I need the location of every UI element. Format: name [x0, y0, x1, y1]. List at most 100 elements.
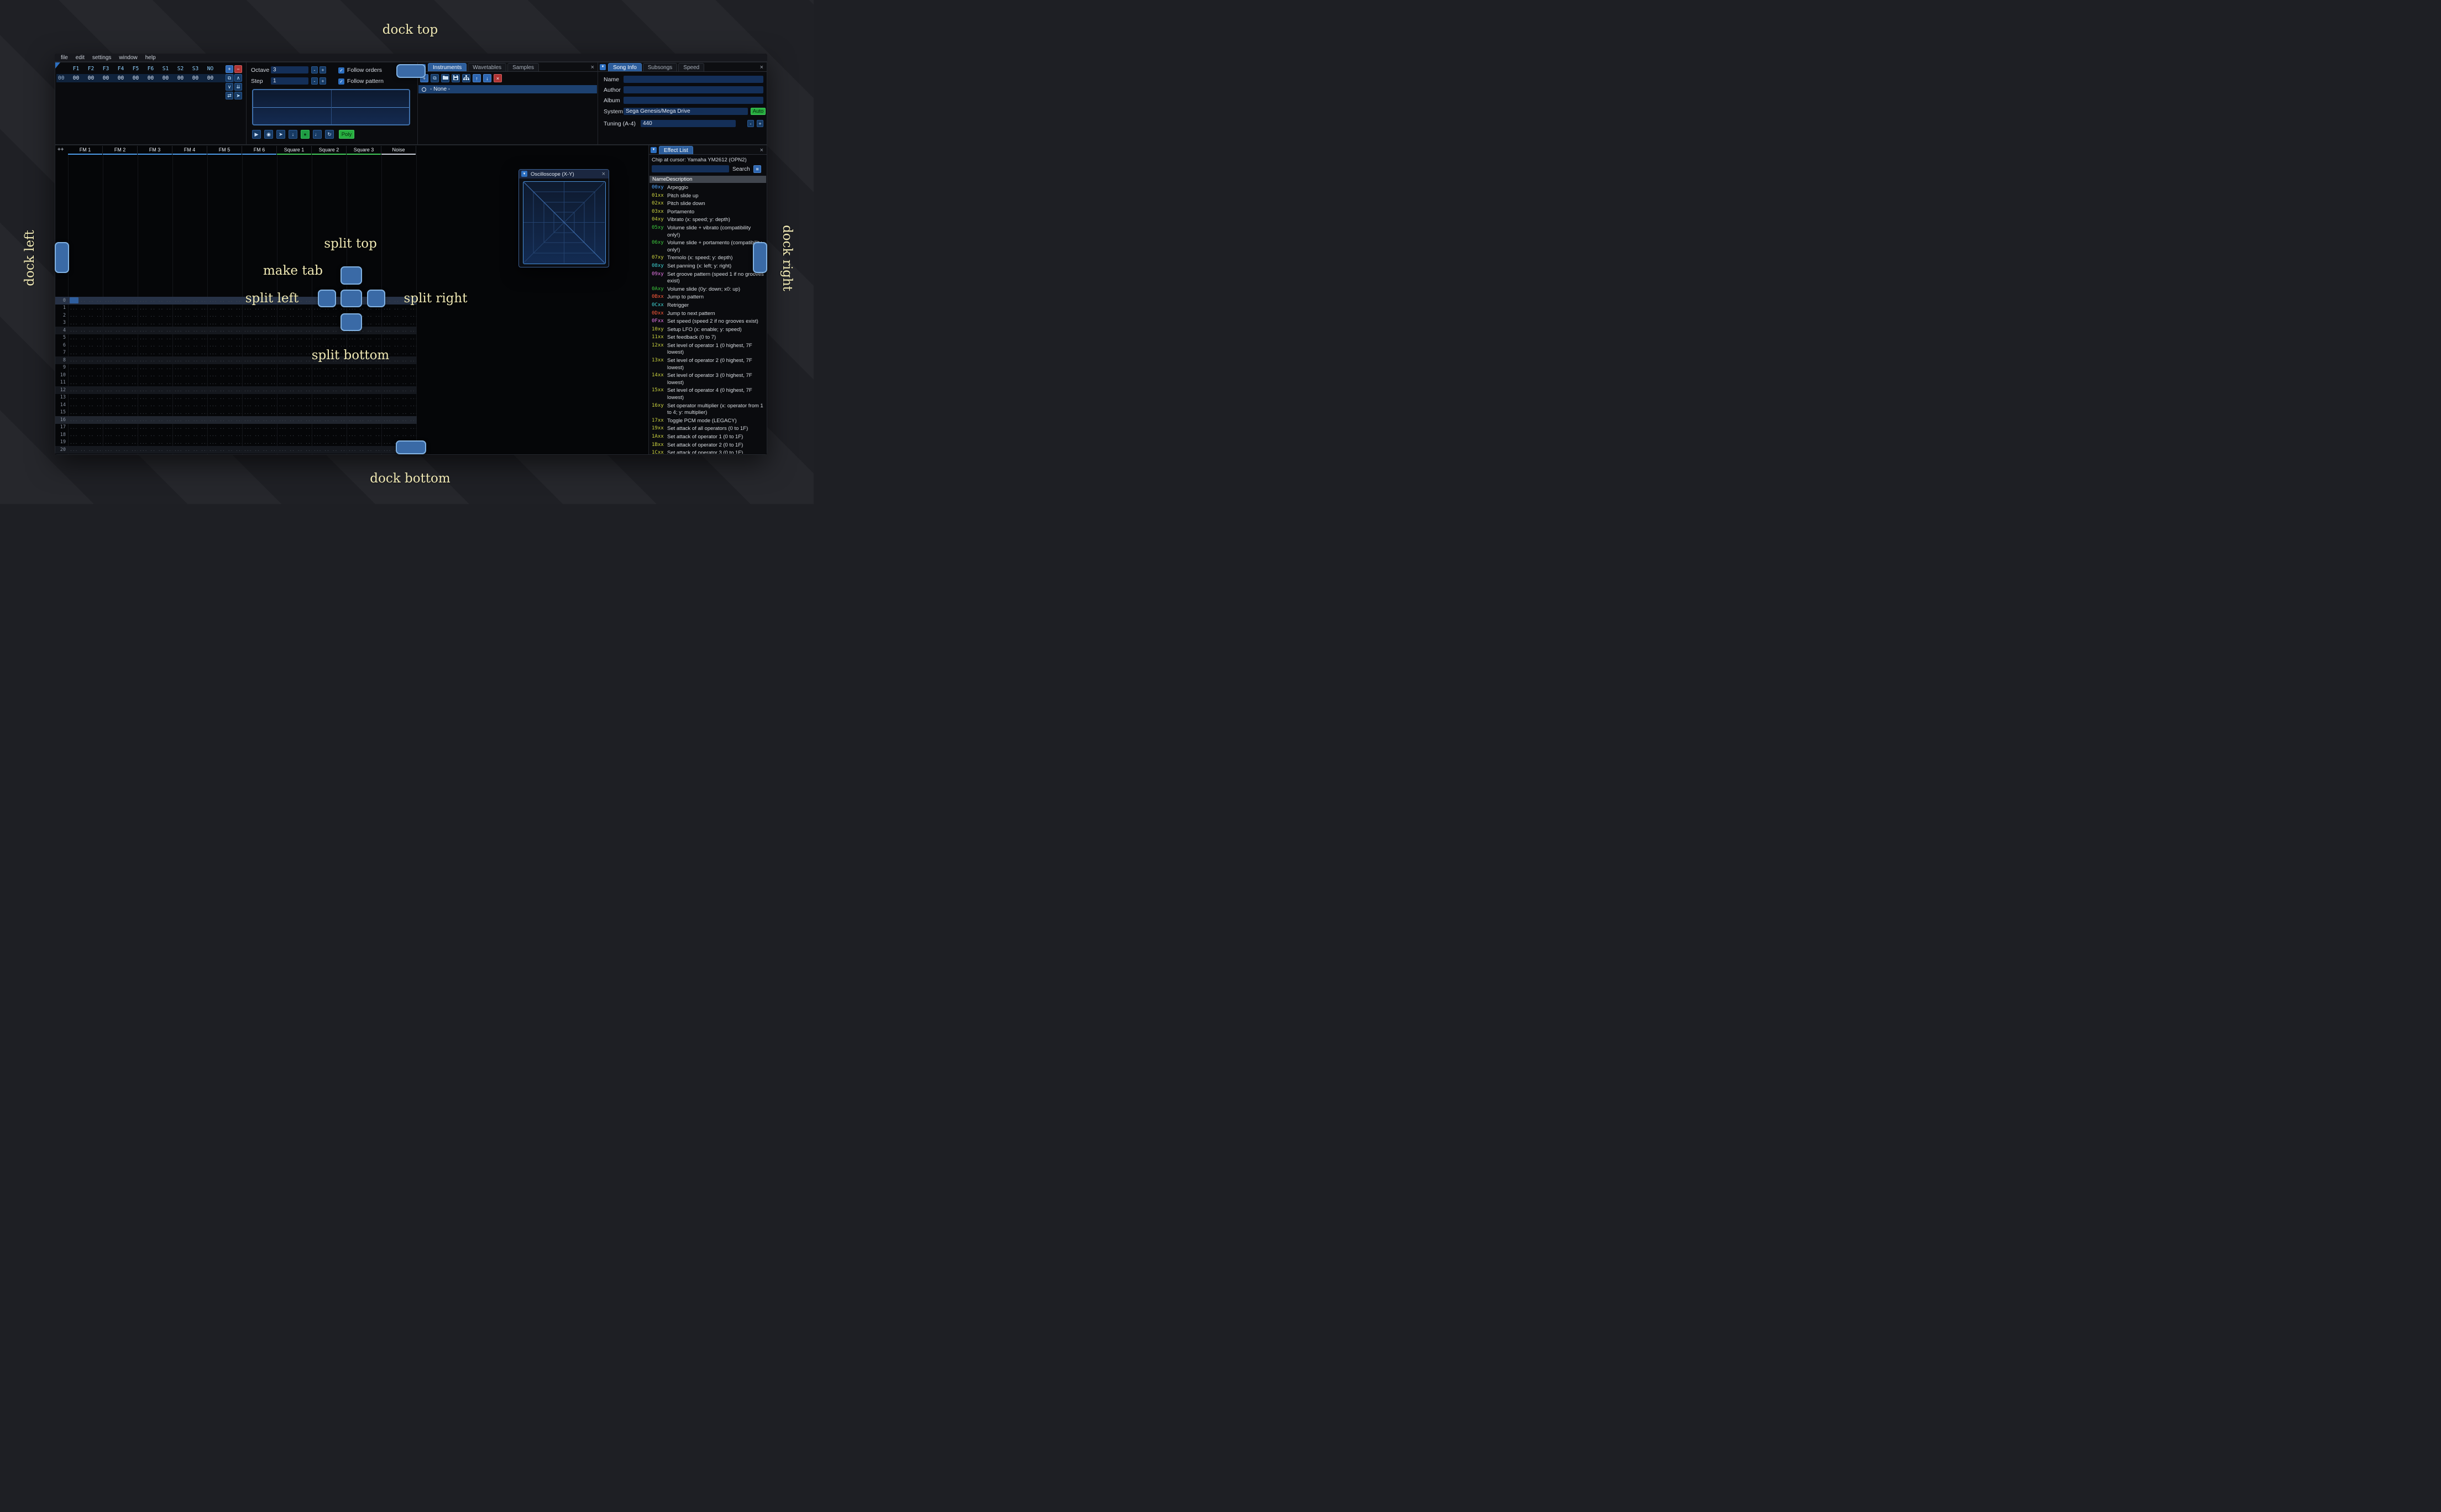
order-cell[interactable]: 00 [113, 75, 128, 81]
tab-speed[interactable]: Speed [678, 63, 705, 71]
pattern-cell[interactable]: ... .. .. ... [103, 335, 138, 340]
order-cell[interactable]: 00 [173, 75, 188, 81]
pattern-cell[interactable]: ... .. .. ... [207, 432, 242, 437]
pattern-cell[interactable]: ... .. .. ... [277, 350, 312, 355]
pattern-cell[interactable]: ... .. .. ... [172, 417, 207, 422]
pattern-cell[interactable]: ... .. .. ... [347, 395, 381, 400]
menu-window[interactable]: window [115, 55, 141, 61]
pattern-cell[interactable]: ... .. .. ... [312, 410, 347, 415]
channel-header-noise[interactable]: Noise [381, 146, 416, 155]
pattern-cell[interactable]: ... .. .. ... [207, 395, 242, 400]
pattern-cell[interactable]: ... .. .. ... [381, 387, 416, 392]
close-icon[interactable]: × [759, 147, 764, 154]
pattern-cell[interactable]: ... .. .. ... [207, 365, 242, 370]
pattern-cell[interactable]: ... .. .. ... [103, 417, 138, 422]
pattern-row-9[interactable]: 9... .. .. ...... .. .. ...... .. .. ...… [55, 364, 417, 372]
pattern-row-12[interactable]: 12... .. .. ...... .. .. ...... .. .. ..… [55, 386, 417, 394]
pattern-cell[interactable]: ... .. .. ... [207, 321, 242, 326]
order-cell[interactable]: 00 [188, 75, 203, 81]
pattern-cell[interactable]: ... .. .. ... [347, 335, 381, 340]
pattern-cell[interactable]: ... .. .. ... [138, 343, 172, 348]
make-tab-target[interactable] [341, 290, 362, 307]
pattern-cell[interactable]: ... .. .. ... [172, 440, 207, 445]
effect-item-17xx[interactable]: 17xx Toggle PCM mode (LEGACY) [652, 418, 765, 425]
effect-item-12xx[interactable]: 12xx Set level of operator 1 (0 highest, … [652, 343, 765, 356]
effect-item-09xy[interactable]: 09xy Set groove pattern (speed 1 if no gr… [652, 271, 765, 285]
tab-song-info[interactable]: Song Info [608, 63, 642, 71]
pattern-cell[interactable]: ... .. .. ... [207, 298, 242, 303]
effect-item-19xx[interactable]: 19xx Set attack of all operators (0 to 1F… [652, 426, 765, 433]
tuning-input[interactable]: 440 [641, 120, 736, 127]
effect-item-0Axy[interactable]: 0Axy Volume slide (0y: down; x0: up) [652, 286, 765, 293]
name-input[interactable] [624, 76, 763, 83]
pattern-row-0[interactable]: 0... .. .. ...... .. .. ...... .. .. ...… [55, 297, 417, 305]
pattern-row-20[interactable]: 20... .. .. ...... .. .. ...... .. .. ..… [55, 446, 417, 454]
close-icon[interactable]: × [759, 64, 764, 71]
split-right-target[interactable] [367, 290, 385, 307]
pattern-cell[interactable]: ... .. .. ... [312, 440, 347, 445]
album-input[interactable] [624, 97, 763, 104]
order-cell[interactable]: 00 [158, 75, 173, 81]
pattern-cell[interactable]: ... .. .. ... [242, 387, 277, 392]
delete-instrument-button[interactable]: × [494, 74, 502, 82]
pattern-cell[interactable]: ... .. .. ... [103, 387, 138, 392]
pattern-cell[interactable]: ... .. .. ... [242, 372, 277, 377]
pattern-cell[interactable]: ... .. .. ... [347, 447, 381, 452]
effect-item-13xx[interactable]: 13xx Set level of operator 2 (0 highest, … [652, 358, 765, 371]
move-instrument-down-button[interactable]: ↓ [483, 74, 491, 82]
effect-item-04xy[interactable]: 04xy Vibrato (x: speed; y: depth) [652, 217, 765, 224]
pattern-cell[interactable]: ... .. .. ... [68, 447, 103, 452]
pattern-cell[interactable]: ... .. .. ... [68, 313, 103, 318]
tab-instruments[interactable]: Instruments [428, 63, 467, 71]
tuning-decrease-button[interactable]: - [747, 120, 754, 127]
menu-edit[interactable]: edit [72, 55, 88, 61]
pattern-cell[interactable]: ... .. .. ... [381, 395, 416, 400]
pattern-cell[interactable]: ... .. .. ... [207, 372, 242, 377]
effect-item-1Axx[interactable]: 1Axx Set attack of operator 1 (0 to 1F) [652, 434, 765, 441]
pattern-cell[interactable]: ... .. .. ... [138, 380, 172, 385]
pattern-cell[interactable]: ... .. .. ... [103, 321, 138, 326]
split-left-target[interactable] [318, 290, 336, 307]
pattern-cell[interactable]: ... .. .. ... [242, 417, 277, 422]
pattern-cell[interactable]: ... .. .. ... [312, 417, 347, 422]
pattern-cell[interactable]: ... .. .. ... [138, 395, 172, 400]
pattern-cell[interactable]: ... .. .. ... [381, 313, 416, 318]
pattern-cell[interactable]: ... .. .. ... [312, 432, 347, 437]
effect-item-1Bxx[interactable]: 1Bxx Set attack of operator 2 (0 to 1F) [652, 442, 765, 449]
pattern-cell[interactable]: ... .. .. ... [103, 298, 138, 303]
pattern-cell[interactable]: ... .. .. ... [312, 365, 347, 370]
pattern-cell[interactable]: ... .. .. ... [347, 343, 381, 348]
pattern-cell[interactable]: ... .. .. ... [172, 410, 207, 415]
pattern-cell[interactable]: ... .. .. ... [277, 313, 312, 318]
order-change-mode-button[interactable]: ⇄ [226, 92, 233, 99]
close-icon[interactable]: × [601, 171, 606, 177]
pattern-cell[interactable]: ... .. .. ... [347, 432, 381, 437]
pattern-cell[interactable]: ... .. .. ... [277, 395, 312, 400]
effect-item-10xy[interactable]: 10xy Setup LFO (x: enable; y: speed) [652, 327, 765, 334]
pattern-cell[interactable]: ... .. .. ... [138, 387, 172, 392]
pattern-cell[interactable]: ... .. .. ... [242, 447, 277, 452]
pattern-cell[interactable]: ... .. .. ... [277, 432, 312, 437]
pattern-cell[interactable]: ... .. .. ... [103, 380, 138, 385]
pattern-cell[interactable]: ... .. .. ... [172, 313, 207, 318]
pattern-cell[interactable]: ... .. .. ... [381, 417, 416, 422]
pattern-cell[interactable]: ... .. .. ... [277, 440, 312, 445]
order-cell[interactable]: 00 [143, 75, 158, 81]
channel-header-fm-1[interactable]: FM 1 [68, 146, 103, 155]
pattern-cell[interactable]: ... .. .. ... [347, 425, 381, 430]
pattern-cell[interactable]: ... .. .. ... [172, 358, 207, 363]
step-increase-button[interactable]: + [319, 77, 326, 85]
menu-file[interactable]: file [57, 55, 72, 61]
effect-item-16xy[interactable]: 16xy Set operator multiplier (x: operator… [652, 403, 765, 417]
pattern-cell[interactable]: ... .. .. ... [381, 328, 416, 333]
pattern-row-19[interactable]: 19... .. .. ...... .. .. ...... .. .. ..… [55, 439, 417, 447]
channel-header-fm-2[interactable]: FM 2 [103, 146, 138, 155]
follow-pattern-checkbox[interactable]: ✓ Follow pattern [338, 78, 384, 85]
channel-header-square-2[interactable]: Square 2 [312, 146, 347, 155]
pattern-cell[interactable]: ... .. .. ... [277, 425, 312, 430]
pattern-row-10[interactable]: 10... .. .. ...... .. .. ...... .. .. ..… [55, 371, 417, 379]
pattern-cell[interactable]: ... .. .. ... [103, 372, 138, 377]
pattern-row-5[interactable]: 5... .. .. ...... .. .. ...... .. .. ...… [55, 334, 417, 342]
pattern-cell[interactable]: ... .. .. ... [103, 358, 138, 363]
pattern-cell[interactable]: ... .. .. ... [172, 432, 207, 437]
